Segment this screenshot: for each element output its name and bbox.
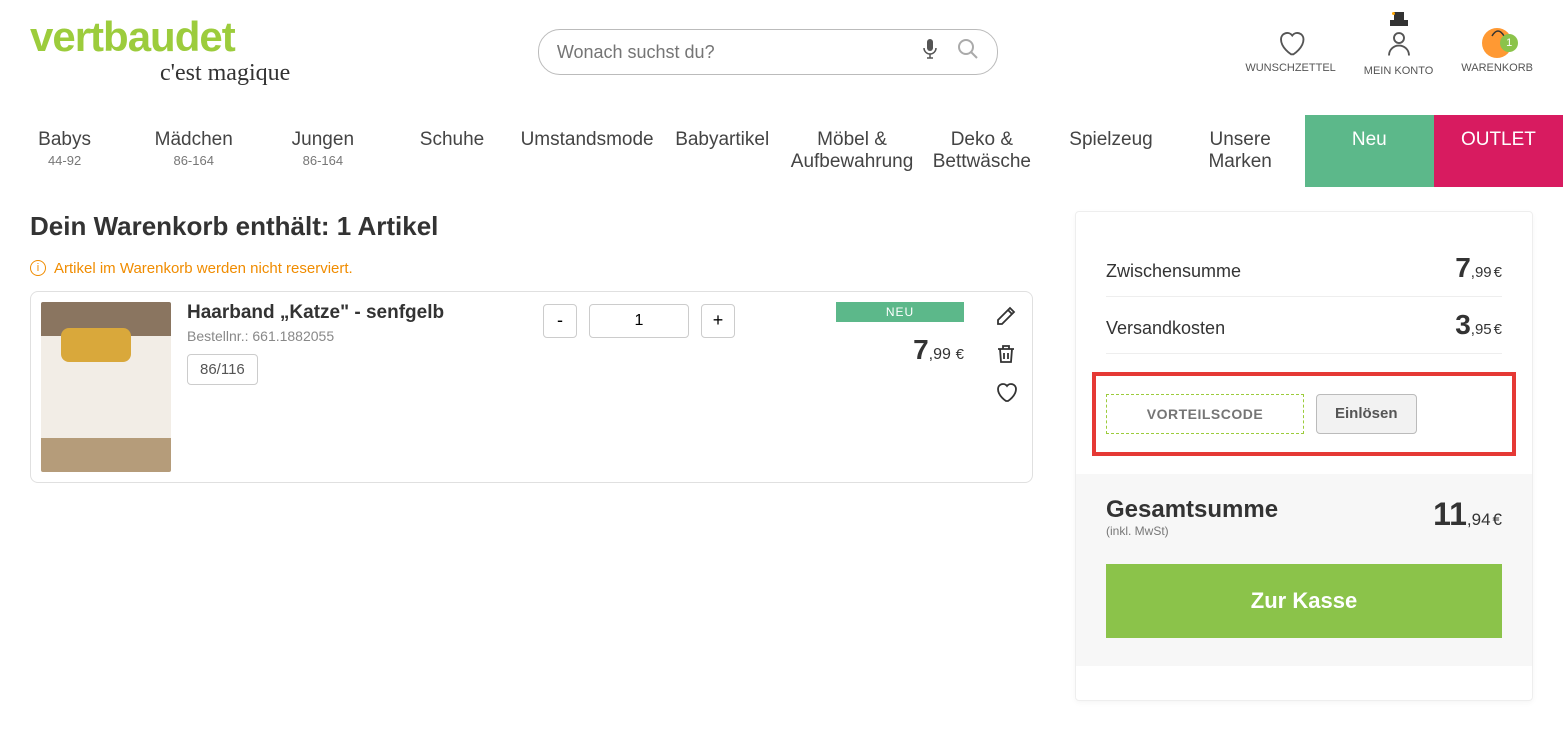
subtotal-label: Zwischensumme: [1106, 261, 1241, 282]
nav-marken[interactable]: Unsere Marken: [1176, 115, 1305, 187]
cart-count-badge: 1: [1500, 34, 1518, 52]
product-thumbnail[interactable]: [41, 302, 171, 472]
account-label: MEIN KONTO: [1364, 65, 1433, 77]
nav-jungen[interactable]: Jungen 86-164: [258, 115, 387, 187]
cart-link[interactable]: 1 WARENKORB: [1461, 28, 1533, 74]
nav-label: Schuhe: [420, 129, 484, 150]
heart-icon[interactable]: [994, 380, 1018, 404]
shipping-label: Versandkosten: [1106, 318, 1225, 339]
subtotal-value: 7,99€: [1455, 252, 1502, 284]
nav-spielzeug[interactable]: Spielzeug: [1046, 115, 1175, 187]
wishlist-link[interactable]: WUNSCHZETTEL: [1245, 28, 1335, 74]
mic-icon[interactable]: [921, 38, 939, 66]
nav-moebel[interactable]: Möbel & Aufbewahrung: [787, 115, 918, 187]
notice-text: Artikel im Warenkorb werden nicht reserv…: [54, 260, 353, 277]
total-sublabel: (inkl. MwSt): [1106, 524, 1278, 538]
cart-heading: Dein Warenkorb enthält: 1 Artikel: [30, 211, 1033, 242]
nav-label: Babyartikel: [675, 129, 769, 150]
nav-umstandsmode[interactable]: Umstandsmode: [517, 115, 658, 187]
promo-section: Einlösen: [1092, 372, 1516, 456]
cart-item: Haarband „Katze" - senfgelb Bestellnr.: …: [30, 291, 1033, 483]
account-link[interactable]: MEIN KONTO: [1364, 28, 1433, 77]
logo-main: vertbaudet: [30, 18, 290, 56]
order-summary: Zwischensumme 7,99€ Versandkosten 3,95€ …: [1075, 211, 1533, 701]
nav-neu[interactable]: Neu: [1305, 115, 1434, 187]
nav-sub: 44-92: [4, 153, 125, 168]
qty-input[interactable]: [589, 304, 689, 338]
heart-icon: [1276, 28, 1306, 58]
nav-label: Unsere Marken: [1208, 129, 1271, 172]
promo-apply-button[interactable]: Einlösen: [1316, 394, 1417, 434]
size-chip[interactable]: 86/116: [187, 354, 258, 385]
cart-label: WARENKORB: [1461, 62, 1533, 74]
nav-label: OUTLET: [1461, 129, 1536, 150]
promo-code-input[interactable]: [1106, 394, 1304, 434]
nav-label: Umstandsmode: [521, 129, 654, 150]
price-cur: €: [956, 346, 964, 363]
nav-sub: 86-164: [133, 153, 254, 168]
qty-increase-button[interactable]: +: [701, 304, 735, 338]
nav-deko[interactable]: Deko & Bettwäsche: [917, 115, 1046, 187]
item-price: 7,99 €: [836, 334, 964, 366]
cart-heading-count: 1 Artikel: [337, 211, 439, 241]
price-dec: ,99: [929, 346, 951, 363]
nav-label: Deko & Bettwäsche: [933, 129, 1031, 172]
price-int: 7: [913, 334, 929, 365]
search-box[interactable]: [538, 29, 998, 75]
trash-icon[interactable]: [994, 342, 1018, 366]
nav-schuhe[interactable]: Schuhe: [387, 115, 516, 187]
total-value: 11,94€: [1433, 496, 1502, 533]
shipping-value: 3,95€: [1455, 309, 1502, 341]
main-nav: Babys 44-92 Mädchen 86-164 Jungen 86-164 Sc…: [0, 115, 1563, 187]
edit-icon[interactable]: [994, 304, 1018, 328]
nav-sub: 86-164: [262, 153, 383, 168]
info-icon: i: [30, 260, 46, 276]
qty-decrease-button[interactable]: -: [543, 304, 577, 338]
cart-heading-bold: Dein Warenkorb enthält:: [30, 211, 330, 241]
logo-tagline: c'est magique: [160, 60, 290, 87]
nav-label: Jungen: [292, 129, 354, 150]
nav-outlet[interactable]: OUTLET: [1434, 115, 1563, 187]
nav-label: Babys: [38, 129, 91, 150]
total-label: Gesamtsumme: [1106, 496, 1278, 523]
nav-label: Möbel & Aufbewahrung: [791, 129, 914, 172]
nav-label: Neu: [1352, 129, 1387, 150]
site-logo[interactable]: vertbaudet c'est magique: [30, 18, 290, 87]
person-icon: [1384, 28, 1414, 58]
nav-label: Spielzeug: [1069, 129, 1152, 150]
wishlist-label: WUNSCHZETTEL: [1245, 62, 1335, 74]
new-badge: NEU: [836, 302, 964, 322]
nav-maedchen[interactable]: Mädchen 86-164: [129, 115, 258, 187]
checkout-button[interactable]: Zur Kasse: [1106, 564, 1502, 638]
product-title[interactable]: Haarband „Katze" - senfgelb: [187, 302, 527, 324]
search-icon[interactable]: [957, 38, 979, 66]
nav-label: Mädchen: [155, 129, 233, 150]
cart-notice: i Artikel im Warenkorb werden nicht rese…: [30, 260, 1033, 277]
nav-babys[interactable]: Babys 44-92: [0, 115, 129, 187]
product-sku: Bestellnr.: 661.1882055: [187, 328, 527, 344]
search-input[interactable]: [557, 42, 921, 63]
nav-babyartikel[interactable]: Babyartikel: [658, 115, 787, 187]
